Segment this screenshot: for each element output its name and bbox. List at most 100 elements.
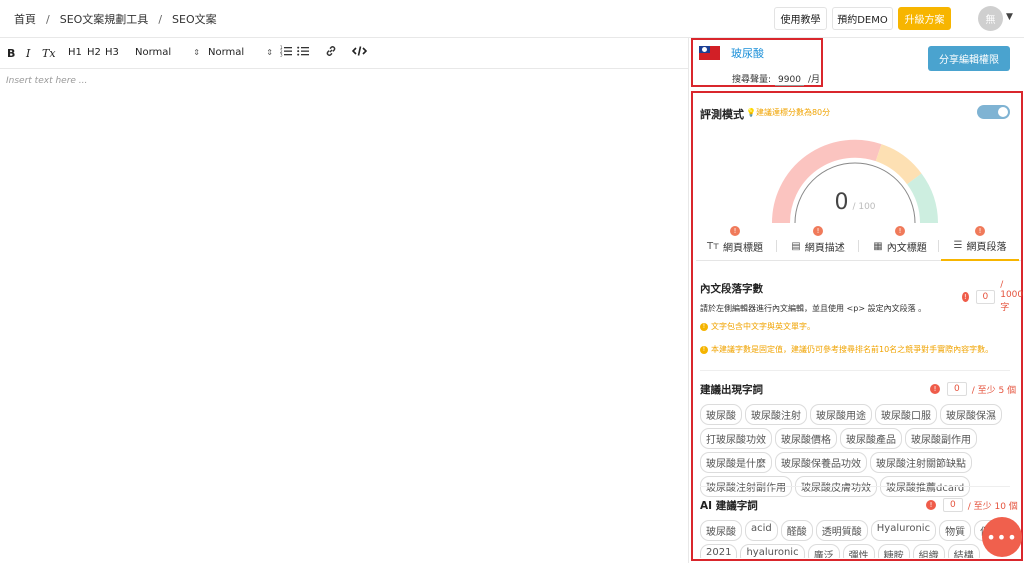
divider [700, 486, 1010, 487]
upgrade-button[interactable]: 升級方案 [898, 7, 951, 30]
heading-2-button[interactable]: H2 [87, 47, 101, 58]
font-select-value: Normal [208, 47, 245, 58]
more-options-button[interactable]: ••• [982, 517, 1022, 557]
warning-badge: ! [975, 226, 985, 236]
book-demo-button[interactable]: 預約DEMO [832, 7, 893, 30]
avatar[interactable]: 無 [978, 6, 1003, 31]
tab-page-description[interactable]: ! ▤ 網頁描述 [778, 226, 858, 261]
keyword-chip[interactable]: 玻尿酸注射關節缺點 [870, 452, 972, 473]
tab-page-paragraphs[interactable]: ! ☰ 網頁段落 [941, 226, 1019, 261]
top-bar: 首頁 / SEO文案規劃工具 / SEO文案 使用教學 預約DEMO 升級方案 … [0, 0, 1024, 38]
note-text: 本建議字數是固定值，建議仍可參考搜尋排名前10名之競爭對手實際內容字數。 [711, 345, 994, 354]
tab-page-title[interactable]: ! Tт 網頁標題 [696, 226, 774, 261]
gauge-segment-mid [875, 144, 922, 185]
link-icon[interactable] [325, 45, 337, 60]
tutorial-button[interactable]: 使用教學 [774, 7, 827, 30]
keyword-chip[interactable]: 糖胺 [877, 544, 910, 558]
info-icon: ! [700, 322, 708, 331]
size-select-value: Normal [135, 47, 172, 58]
suggested-terms-count: ! 0 / 至少 5 個 [930, 382, 1016, 396]
taiwan-flag-icon [699, 46, 720, 60]
toggle-knob [998, 107, 1008, 117]
ordered-list-icon[interactable]: 123 [280, 45, 292, 60]
keyword-chip[interactable]: acid [745, 520, 778, 541]
breadcrumb-separator: / [158, 12, 163, 26]
note: ! 文字包含中文字與英文單字。 [700, 321, 815, 332]
search-volume-label: 搜尋聲量: [732, 75, 772, 85]
tab-label: 網頁標題 [722, 242, 763, 254]
tab-divider [938, 240, 939, 252]
breadcrumb: 首頁 / SEO文案規劃工具 / SEO文案 [14, 11, 217, 27]
keyword-chip[interactable]: 彈性 [842, 544, 875, 558]
keyword-chip[interactable]: 玻尿酸價格 [775, 428, 837, 449]
heading-3-button[interactable]: H3 [105, 47, 119, 58]
clear-format-button[interactable]: Tx [42, 47, 56, 60]
score-display: 0/ 100 [770, 190, 940, 215]
breadcrumb-item[interactable]: 首頁 [14, 11, 36, 27]
search-volume-value: 9900 [775, 75, 804, 86]
info-icon: ! [700, 345, 708, 354]
select-arrows-icon: ⇕ [193, 48, 200, 57]
tab-divider [858, 240, 859, 252]
heading-1-button[interactable]: H1 [68, 47, 82, 58]
keyword-chip[interactable]: 醛酸 [780, 520, 813, 541]
tab-label: 網頁描述 [804, 242, 845, 254]
italic-button[interactable]: I [26, 47, 30, 60]
paragraph-count: ! 0 / 1000 字 [962, 280, 1024, 313]
keyword-chip[interactable]: Hyaluronic [870, 520, 937, 541]
keyword-chip[interactable]: hyaluronic [740, 544, 805, 558]
paragraph-count-title: 內文段落字數 [700, 283, 763, 295]
keyword-chip[interactable]: 玻尿酸是什麼 [700, 452, 772, 473]
keyword-chip[interactable]: 透明質酸 [815, 520, 868, 541]
editor-toolbar: B I Tx H1 H2 H3 Normal ⇕ Normal ⇕ 123 [0, 39, 688, 69]
font-select[interactable]: Normal ⇕ [208, 47, 273, 58]
divider [700, 370, 1010, 371]
breadcrumb-item[interactable]: SEO文案規劃工具 [60, 11, 149, 27]
keyword-chip[interactable]: 2021 [700, 544, 738, 558]
bullet-list-icon[interactable] [297, 45, 309, 60]
score-max: / 100 [852, 202, 876, 212]
count-value: 0 [943, 498, 963, 512]
error-icon: ! [962, 291, 969, 302]
suggested-terms-title: 建議出現字詞 [700, 384, 763, 396]
keyword-chip[interactable]: 玻尿酸產品 [840, 428, 902, 449]
share-edit-permission-button[interactable]: 分享編輯權限 [928, 46, 1010, 71]
keyword-chip[interactable]: 廣泛 [807, 544, 840, 558]
error-icon: ! [930, 384, 940, 394]
keyword-chip[interactable]: 玻尿酸用途 [810, 404, 872, 425]
warning-badge: ! [895, 226, 905, 236]
keyword-chip[interactable]: 結構 [947, 544, 980, 558]
description-icon: ▤ [791, 240, 801, 252]
tab-content-headings[interactable]: ! ▦ 內文標題 [861, 226, 939, 261]
keyword-chip[interactable]: 玻尿酸保養品功效 [775, 452, 867, 473]
mode-hint-text: 建議達標分數為80分 [755, 108, 831, 117]
select-arrows-icon: ⇕ [266, 48, 273, 57]
svg-text:3: 3 [280, 53, 283, 58]
keyword-chip[interactable]: 玻尿酸副作用 [905, 428, 977, 449]
keyword-chip[interactable]: 物質 [939, 520, 972, 541]
keyword-chip[interactable]: 組織 [912, 544, 945, 558]
keyword-chip[interactable]: 玻尿酸保濕 [940, 404, 1002, 425]
keyword-name[interactable]: 玻尿酸 [731, 45, 764, 61]
bold-button[interactable]: B [7, 47, 15, 60]
editor-placeholder[interactable]: Insert text here ... [6, 76, 87, 86]
chevron-down-icon[interactable]: ▼ [1006, 12, 1013, 22]
code-icon[interactable] [351, 45, 368, 60]
count-target: / 至少 10 個 [967, 501, 1018, 512]
breadcrumb-item[interactable]: SEO文案 [172, 11, 217, 27]
keyword-chip[interactable]: 玻尿酸 [700, 404, 742, 425]
breadcrumb-separator: / [46, 12, 50, 26]
keyword-chip[interactable]: 玻尿酸口服 [875, 404, 937, 425]
note: ! 本建議字數是固定值，建議仍可參考搜尋排名前10名之競爭對手實際內容字數。 [700, 344, 993, 355]
keyword-chip[interactable]: 打玻尿酸功效 [700, 428, 772, 449]
size-select[interactable]: Normal ⇕ [135, 47, 200, 58]
search-volume: 搜尋聲量: 9900/月 [732, 72, 820, 86]
warning-badge: ! [813, 226, 823, 236]
keyword-chip[interactable]: 玻尿酸注射 [745, 404, 807, 425]
lightbulb-icon: 💡 [746, 108, 756, 117]
evaluation-mode-toggle[interactable] [977, 105, 1010, 119]
warning-badge: ! [730, 226, 740, 236]
score-value: 0 [834, 190, 849, 215]
keyword-chip[interactable]: 玻尿酸 [700, 520, 742, 541]
ai-terms-title: AI 建議字詞 [700, 500, 758, 512]
